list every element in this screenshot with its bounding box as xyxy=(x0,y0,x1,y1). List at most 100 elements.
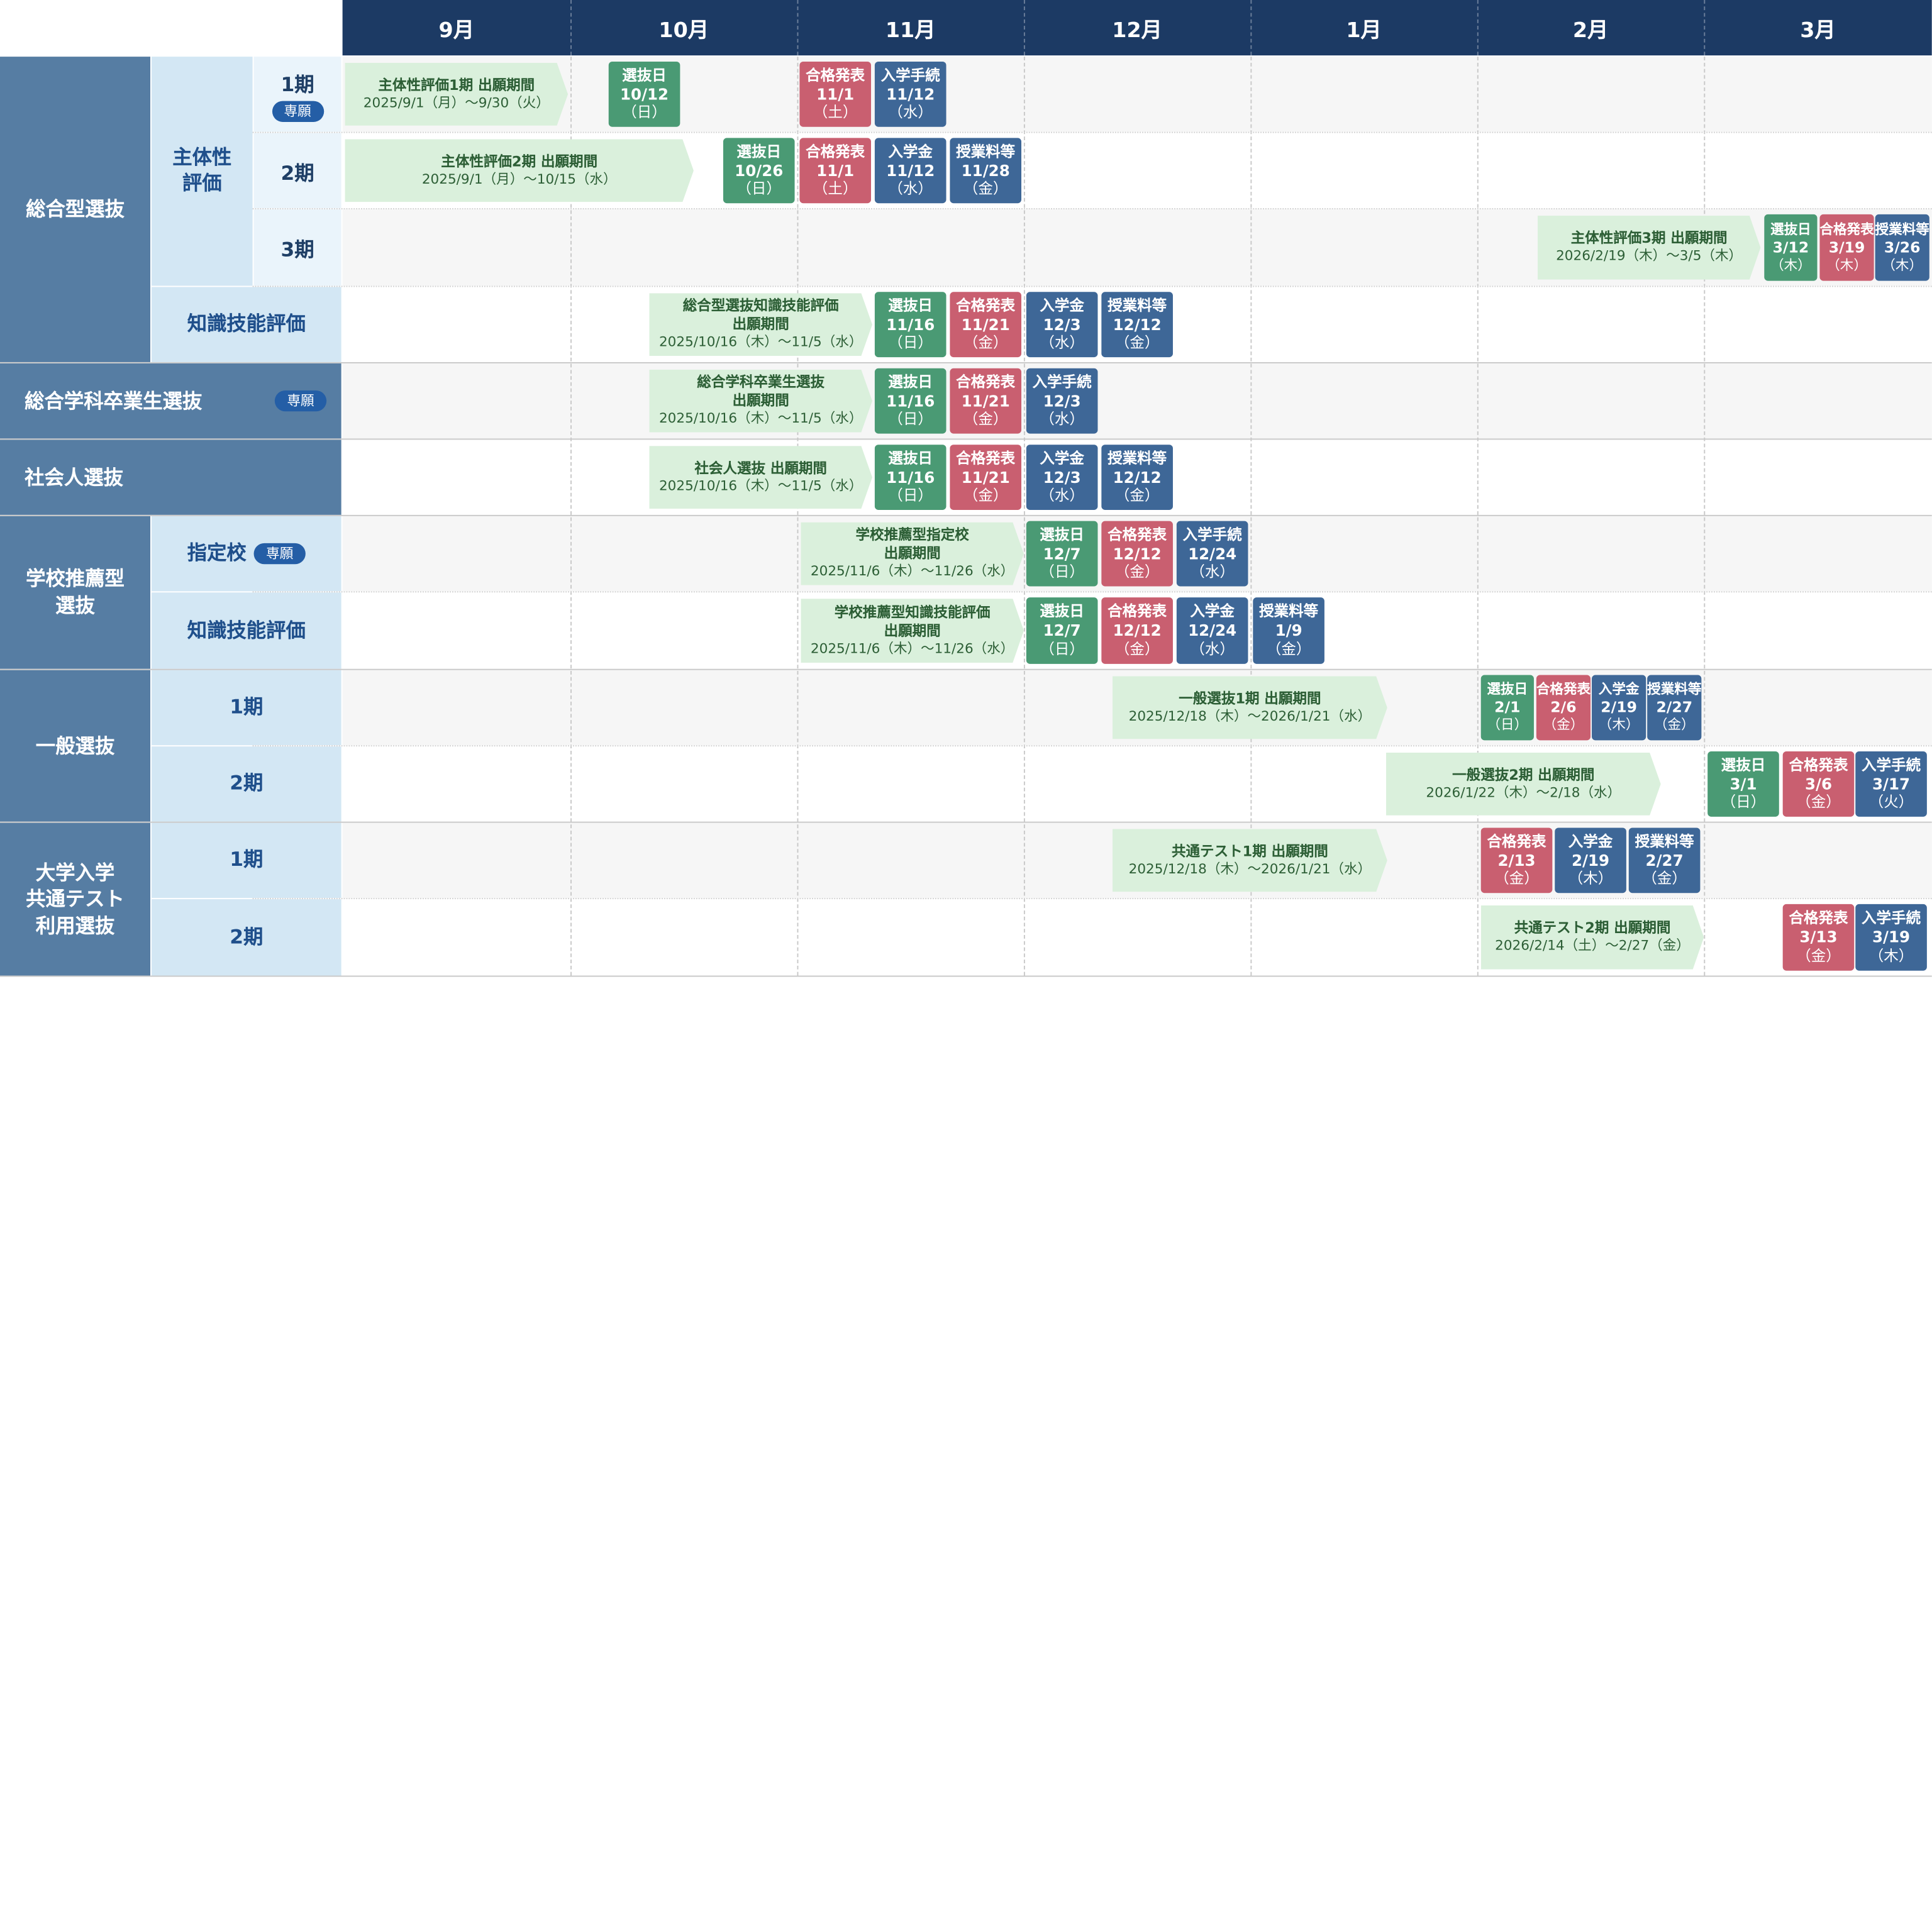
event-label: 入学金 xyxy=(888,142,933,160)
procedure-box: 入学手続 12/3 （水） xyxy=(1026,368,1098,434)
event-label: 入学金 xyxy=(1598,681,1640,698)
event-weekday: （金） xyxy=(1114,334,1160,351)
period-title: 主体性評価2期 出願期間 xyxy=(441,152,598,170)
period-dates: 2026/2/14（土）～2/27（金） xyxy=(1495,938,1690,954)
month-header-divider xyxy=(1023,0,1025,56)
row-separator xyxy=(252,285,1932,287)
application-period: 学校推薦型知識技能評価 出願期間 2025/11/6（木）～11/26（水） xyxy=(801,599,1024,663)
selection-date-box: 選抜日 10/12 （日） xyxy=(608,61,680,127)
event-date: 3/26 xyxy=(1884,238,1921,256)
group-separator xyxy=(0,975,1932,977)
event-weekday: （日） xyxy=(888,487,933,504)
event-date: 3/6 xyxy=(1804,774,1833,793)
event-weekday: （木） xyxy=(1598,717,1640,733)
procedure-box: 授業料等 2/27 （金） xyxy=(1647,675,1702,741)
event-weekday: （金） xyxy=(1543,717,1584,733)
term-i2: 2期 xyxy=(151,746,341,822)
period-title: 主体性評価3期 出願期間 xyxy=(1570,230,1728,247)
event-date: 1/9 xyxy=(1275,621,1302,640)
month-header-cell: 12月 xyxy=(1112,18,1162,43)
row-background xyxy=(342,746,1932,822)
term-s3: 3期 xyxy=(253,209,341,286)
group-separator xyxy=(0,821,1932,823)
event-weekday: （木） xyxy=(1868,947,1914,965)
schedule-chart: 9月 10月 11月 12月 1月 2月 3月 総合型選抜 主体性 評価 1期 専願 2期 … xyxy=(0,0,1932,1914)
application-period: 主体性評価1期 出願期間 2025/9/1（月）～9/30（火） xyxy=(345,63,569,126)
month-header-divider xyxy=(570,0,572,56)
event-weekday: （金） xyxy=(963,334,1008,351)
event-weekday: （金） xyxy=(1796,794,1841,811)
procedure-box: 授業料等 1/9 （金） xyxy=(1253,597,1324,664)
pass-announcement-box: 合格発表 2/13 （金） xyxy=(1480,827,1553,893)
event-label: 選抜日 xyxy=(888,296,933,314)
procedure-box: 授業料等 12/12 （金） xyxy=(1101,445,1173,511)
month-header-divider xyxy=(1704,0,1706,56)
event-date: 3/19 xyxy=(1872,927,1911,946)
pass-announcement-box: 合格発表 11/21 （金） xyxy=(950,445,1022,511)
row-separator xyxy=(252,208,1932,210)
event-label: 合格発表 xyxy=(1536,681,1591,698)
event-label: 選抜日 xyxy=(888,372,933,390)
event-weekday: （日） xyxy=(736,180,782,198)
period-dates: 2025/12/18（木）～2026/1/21（水） xyxy=(1128,708,1372,724)
event-label: 入学手続 xyxy=(880,66,940,84)
procedure-box: 授業料等 2/27 （金） xyxy=(1628,827,1701,893)
event-weekday: （水） xyxy=(1190,563,1235,581)
event-weekday: （金） xyxy=(1796,947,1841,965)
event-weekday: （金） xyxy=(1114,563,1160,581)
procedure-box: 入学金 12/3 （水） xyxy=(1026,292,1098,358)
application-period: 共通テスト2期 出願期間 2026/2/14（土）～2/27（金） xyxy=(1481,905,1704,970)
period-title: 学校推薦型知識技能評価 出願期間 xyxy=(834,603,991,639)
event-label: 選抜日 xyxy=(1770,221,1811,238)
event-label: 入学金 xyxy=(1040,296,1084,314)
event-date: 12/12 xyxy=(1113,467,1162,487)
pass-announcement-box: 合格発表 12/12 （金） xyxy=(1101,521,1173,587)
event-label: 入学金 xyxy=(1040,449,1084,467)
period-title: 総合学科卒業生選抜 出願期間 xyxy=(697,373,825,410)
event-date: 12/12 xyxy=(1113,314,1162,334)
month-header-cell: 9月 xyxy=(438,18,475,43)
event-weekday: （木） xyxy=(1882,257,1923,273)
pass-announcement-box: 合格発表 3/13 （金） xyxy=(1782,904,1855,971)
event-weekday: （土） xyxy=(813,104,858,121)
subcategory-chishiki: 知識技能評価 xyxy=(151,287,341,362)
event-date: 12/3 xyxy=(1043,314,1081,334)
application-period: 総合学科卒業生選抜 出願期間 2025/10/16（木）～11/5（水） xyxy=(649,370,872,433)
category-shakaijin: 社会人選抜 xyxy=(0,440,341,515)
event-label: 選抜日 xyxy=(888,449,933,467)
group-separator xyxy=(0,668,1932,670)
event-date: 2/13 xyxy=(1497,851,1536,870)
row-background xyxy=(342,363,1932,439)
selection-date-box: 選抜日 3/12 （木） xyxy=(1764,214,1818,281)
event-date: 11/21 xyxy=(961,391,1010,410)
term-k1: 1期 xyxy=(151,822,341,899)
application-period: 学校推薦型指定校 出願期間 2025/11/6（木）～11/26（水） xyxy=(801,523,1024,585)
pass-announcement-box: 合格発表 11/21 （金） xyxy=(950,368,1022,434)
event-label: 授業料等 xyxy=(1635,832,1694,850)
period-title: 共通テスト2期 出願期間 xyxy=(1514,919,1671,937)
month-header-cell: 11月 xyxy=(885,18,936,43)
subcategory-shiteiko: 指定校 専願 xyxy=(151,516,341,592)
event-weekday: （日） xyxy=(1721,794,1766,811)
event-date: 11/21 xyxy=(961,467,1010,487)
senkan-badge: 専願 xyxy=(271,100,324,121)
event-date: 12/12 xyxy=(1113,621,1162,640)
event-weekday: （水） xyxy=(888,104,933,121)
event-label: 合格発表 xyxy=(1789,756,1848,773)
event-weekday: （金） xyxy=(1266,640,1311,658)
event-label: 合格発表 xyxy=(806,142,865,160)
application-period: 一般選抜2期 出願期間 2026/1/22（木）～2/18（水） xyxy=(1386,753,1661,816)
subcategory-label: 指定校 xyxy=(187,541,247,565)
event-label: 入学金 xyxy=(1568,832,1613,850)
event-weekday: （木） xyxy=(1568,870,1613,888)
event-weekday: （日） xyxy=(888,334,933,351)
event-weekday: （木） xyxy=(1826,257,1867,273)
application-period: 主体性評価3期 出願期間 2026/2/19（木）～3/5（木） xyxy=(1538,216,1761,280)
row-background xyxy=(342,57,1932,132)
senkan-badge: 専願 xyxy=(253,543,306,565)
term-label: 2期 xyxy=(280,160,314,184)
event-weekday: （日） xyxy=(1487,717,1528,733)
procedure-box: 入学金 12/3 （水） xyxy=(1026,445,1098,511)
event-weekday: （金） xyxy=(963,487,1008,504)
event-label: 授業料等 xyxy=(1259,602,1319,620)
